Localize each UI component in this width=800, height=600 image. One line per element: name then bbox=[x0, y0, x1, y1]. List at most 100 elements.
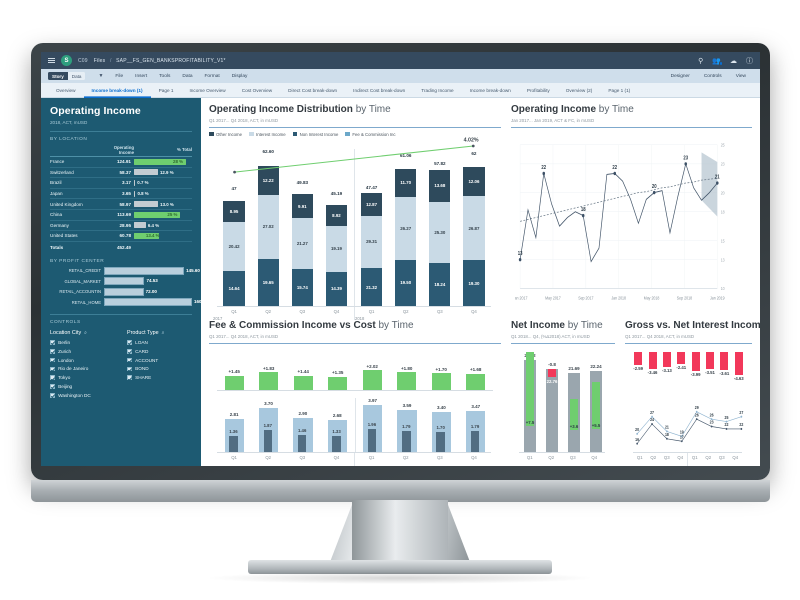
net-income-bar[interactable]: -0.8 22.76 bbox=[546, 362, 558, 452]
data-toggle[interactable]: Data bbox=[67, 71, 86, 81]
bar-group[interactable]: 45.19 8.92 19.19 14.39 bbox=[319, 149, 353, 306]
bar-group[interactable]: 62.60 12.22 27.02 19.65 bbox=[251, 149, 285, 306]
cost-bar[interactable]: 1.33 bbox=[332, 429, 341, 452]
checkbox[interactable] bbox=[127, 349, 132, 354]
bar-segment[interactable]: 29.31 bbox=[360, 215, 383, 269]
stacked-bar[interactable]: 62.60 12.22 27.02 19.65 bbox=[257, 149, 279, 306]
income-bar[interactable]: 3.70 1.87 bbox=[258, 401, 279, 452]
bar-group[interactable]: 3.97 1.96 bbox=[354, 397, 390, 452]
menu-item-view[interactable]: View bbox=[729, 74, 753, 79]
chart-plot-area[interactable]: +1.45 +1.83 +1.44 +1.35 +2.02 +1.80 +1.70 +1.68… bbox=[209, 348, 501, 466]
legend-item[interactable]: Fee & Commission Inc bbox=[345, 132, 396, 137]
bar-segment[interactable]: 9.91 bbox=[291, 194, 313, 218]
stacked-bar[interactable]: 49.83 9.91 21.27 15.74 bbox=[291, 180, 313, 306]
search-icon[interactable]: ⚲ bbox=[698, 57, 703, 65]
tab-income-break-down-1[interactable]: Income break-down (1) bbox=[84, 83, 151, 98]
people-icon[interactable]: 👥 bbox=[712, 57, 723, 66]
chart-plot-area[interactable]: 10 13 15 18 20 23 25 Jan 2017 May 2017 Sep 2017 Ja… bbox=[511, 132, 752, 320]
bar-group[interactable]: 2.68 1.33 bbox=[320, 398, 354, 452]
checkbox[interactable] bbox=[127, 375, 132, 381]
bar-segment[interactable]: 21.27 bbox=[291, 217, 313, 269]
filter-option-beijing[interactable]: Beijing bbox=[50, 384, 115, 389]
variance-bar[interactable] bbox=[293, 375, 313, 390]
bar-segment[interactable]: 19.30 bbox=[463, 260, 485, 306]
checkbox[interactable] bbox=[127, 366, 132, 372]
income-bar[interactable]: 3.59 1.79 bbox=[397, 403, 417, 452]
variance-column[interactable]: +1.44 bbox=[286, 352, 321, 390]
search-icon[interactable]: ⌕ bbox=[84, 330, 87, 336]
breadcrumb[interactable]: Files / SAP__FS_GEN_BANKSPROFITABILITY_V… bbox=[94, 58, 226, 64]
variance-bar[interactable] bbox=[634, 351, 643, 365]
bar-segment[interactable]: 8.92 bbox=[325, 204, 348, 226]
bar-segment[interactable]: 20.42 bbox=[223, 222, 245, 272]
filter-option-zurich[interactable]: Zurich bbox=[50, 349, 115, 354]
variance-bar[interactable] bbox=[648, 351, 657, 369]
bar-segment[interactable]: 12.22 bbox=[257, 165, 279, 195]
variance-column[interactable]: -3.51 bbox=[703, 351, 717, 392]
profit-center-row[interactable]: RETAIL_CREDIT 145.60 bbox=[50, 266, 200, 275]
variance-bar[interactable] bbox=[466, 373, 486, 390]
variance-column[interactable]: +2.02 bbox=[355, 352, 390, 390]
table-row[interactable]: France 124.91 28 % bbox=[50, 156, 192, 168]
table-row[interactable]: China 113.69 25 % bbox=[50, 209, 192, 221]
table-row[interactable]: Japan 3.65 0.8 % bbox=[50, 188, 192, 200]
bar-segment[interactable]: 21.32 bbox=[360, 268, 383, 306]
bar-group[interactable]: 62 12.06 26.87 19.30 bbox=[457, 149, 491, 306]
table-row[interactable]: Brazil 3.17 0.7 % bbox=[50, 177, 192, 189]
filter-option-london[interactable]: London bbox=[50, 358, 115, 363]
bar-group[interactable]: 57.82 13.68 25.30 18.24 bbox=[423, 149, 457, 306]
variance-bar[interactable] bbox=[259, 372, 279, 390]
tab-income-overview[interactable]: Income Overview bbox=[181, 83, 233, 98]
income-bar[interactable]: 2.90 1.46 bbox=[293, 411, 313, 452]
chart-plot-area[interactable]: -2.59 -3.46 -3.13 -2.41 -3.99 -3.51 -3.61 -4.63… bbox=[625, 348, 752, 466]
checkbox[interactable] bbox=[50, 375, 55, 381]
filter-option-washington-dc[interactable]: Washington DC bbox=[50, 393, 115, 398]
bar-group[interactable]: 2.81 1.36 bbox=[217, 398, 251, 452]
bar-group[interactable]: 3.70 1.87 bbox=[251, 398, 285, 452]
net-income-bar[interactable]: 21.69 +3.6 bbox=[568, 366, 580, 452]
table-row[interactable]: Switzerland 58.37 12.9 % bbox=[50, 167, 192, 179]
menu-item-controls[interactable]: Controls bbox=[697, 74, 729, 79]
net-income-bar[interactable]: 25.32+7.5 bbox=[524, 351, 536, 452]
stacked-bar[interactable]: 62 12.06 26.87 19.30 bbox=[463, 151, 485, 306]
filter-option-rio-de-janeiro[interactable]: Rio de Janeiro bbox=[50, 366, 115, 371]
variance-bar[interactable] bbox=[706, 351, 715, 370]
checkbox[interactable] bbox=[50, 357, 55, 363]
filter-option-tokyo[interactable]: Tokyo bbox=[50, 375, 115, 380]
bar-segment[interactable]: 12.87 bbox=[360, 192, 383, 216]
search-icon[interactable]: ⌕ bbox=[162, 330, 165, 336]
table-row[interactable]: United Kingdom 58.97 13.0 % bbox=[50, 198, 192, 210]
bar-group[interactable]: 21.69 +3.6 bbox=[563, 354, 585, 452]
cost-bar[interactable]: 1.36 bbox=[229, 429, 238, 452]
chart-plot-area[interactable]: 25.32+7.5 -0.8 22.76 21.69 +3.6 22.24 +5.5 Q1 Q… bbox=[511, 348, 615, 466]
legend-item[interactable]: Other Income bbox=[209, 132, 242, 137]
variance-column[interactable]: -3.46 bbox=[645, 351, 659, 392]
variance-bar[interactable] bbox=[431, 373, 451, 390]
checkbox[interactable] bbox=[50, 366, 55, 372]
bar-group[interactable]: 22.24 +5.5 bbox=[585, 354, 607, 452]
chevron-down-icon[interactable]: ▼ bbox=[98, 73, 103, 79]
filter-option-berlin[interactable]: Berlin bbox=[50, 340, 115, 345]
tab-overview[interactable]: Overview bbox=[48, 83, 84, 98]
stacked-bar[interactable]: 57.82 13.68 25.30 18.24 bbox=[429, 161, 451, 306]
table-row[interactable]: United States 60.78 13.4 % bbox=[50, 230, 192, 242]
stacked-bar[interactable]: 47 8.95 20.42 14.64 bbox=[223, 186, 245, 306]
profit-center-row[interactable]: RETAIL_ACCOUNTIN 72.00 bbox=[50, 287, 192, 296]
variance-column[interactable]: -3.13 bbox=[660, 351, 674, 392]
checkbox[interactable] bbox=[50, 384, 55, 389]
menu-item-insert[interactable]: Insert bbox=[129, 74, 153, 79]
variance-bar[interactable] bbox=[362, 370, 382, 390]
bar-segment[interactable]: 8.95 bbox=[223, 201, 245, 223]
income-bar[interactable]: 3.47 1.79 bbox=[466, 404, 486, 452]
variance-bar[interactable] bbox=[691, 351, 700, 372]
bar-segment[interactable]: 26.27 bbox=[395, 196, 417, 260]
profit-center-row[interactable]: GLOBAL_MARKET 74.53 bbox=[50, 277, 192, 286]
variance-bar[interactable] bbox=[328, 376, 348, 390]
checkbox[interactable] bbox=[50, 349, 55, 354]
story-toggle[interactable]: Story bbox=[48, 71, 68, 81]
variance-column[interactable]: -4.63 bbox=[732, 351, 746, 392]
stacked-bar[interactable]: 61.06 11.70 26.27 19.50 bbox=[395, 153, 417, 306]
checkbox[interactable] bbox=[127, 357, 132, 363]
income-bar[interactable]: 3.97 1.96 bbox=[363, 398, 383, 452]
bar-segment[interactable]: 14.64 bbox=[223, 271, 245, 306]
